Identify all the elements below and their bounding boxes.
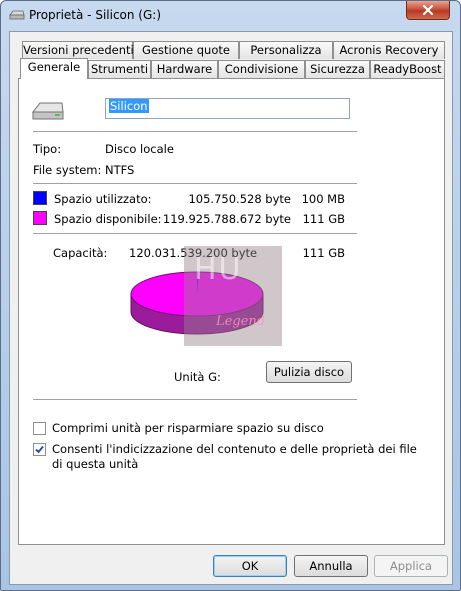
free-space-swatch bbox=[33, 211, 47, 225]
hard-drive-icon bbox=[31, 102, 64, 120]
type-label: Tipo: bbox=[33, 142, 62, 156]
drive-icon bbox=[9, 10, 25, 20]
tab-gestione-quote[interactable]: Gestione quote bbox=[133, 41, 239, 59]
index-checkbox[interactable] bbox=[33, 443, 46, 456]
free-space-size: 111 GB bbox=[302, 212, 345, 226]
separator bbox=[33, 131, 357, 132]
separator bbox=[33, 233, 357, 234]
tab-versioni-precedenti[interactable]: Versioni precedenti bbox=[22, 41, 134, 59]
filesystem-label: File system: bbox=[33, 163, 102, 177]
used-space-label: Spazio utilizzato: bbox=[54, 192, 152, 206]
drive-letter-label: Unità G: bbox=[174, 370, 221, 384]
ok-button[interactable]: OK bbox=[213, 555, 287, 577]
drive-name-input[interactable]: Silicon bbox=[105, 98, 350, 119]
tab-sicurezza[interactable]: Sicurezza bbox=[305, 60, 370, 78]
window-title: Proprietà - Silicon (G:) bbox=[29, 8, 162, 22]
dialog-client: Versioni precedenti Gestione quote Perso… bbox=[9, 31, 453, 585]
compress-checkbox[interactable] bbox=[33, 422, 46, 435]
apply-button[interactable]: Applica bbox=[374, 555, 448, 577]
disk-usage-pie bbox=[130, 271, 264, 335]
close-icon bbox=[422, 5, 434, 15]
tab-generale[interactable]: Generale bbox=[20, 58, 88, 79]
capacity-label: Capacità: bbox=[53, 246, 108, 260]
index-label-line1: Consenti l'indicizzazione del contenuto … bbox=[52, 442, 417, 456]
filesystem-value: NTFS bbox=[105, 163, 135, 177]
used-space-size: 100 MB bbox=[301, 192, 345, 206]
tab-hardware[interactable]: Hardware bbox=[151, 60, 218, 78]
title-bar[interactable]: Proprietà - Silicon (G:) bbox=[1, 1, 460, 31]
used-space-bytes: 105.750.528 byte bbox=[188, 192, 291, 206]
checkmark-icon bbox=[35, 445, 44, 454]
free-space-bytes: 119.925.788.672 byte bbox=[162, 212, 291, 226]
drive-name-selection: Silicon bbox=[109, 99, 149, 113]
capacity-bytes: 120.031.539.200 byte bbox=[129, 246, 258, 260]
separator bbox=[33, 399, 357, 400]
used-space-swatch bbox=[33, 191, 47, 205]
cancel-button[interactable]: Annulla bbox=[294, 555, 368, 577]
type-value: Disco locale bbox=[105, 142, 174, 156]
tab-readyboost[interactable]: ReadyBoost bbox=[370, 60, 445, 78]
separator bbox=[33, 183, 357, 184]
general-panel: Silicon Tipo: Disco locale File system: … bbox=[18, 78, 445, 545]
tab-condivisione[interactable]: Condivisione bbox=[218, 60, 305, 78]
disk-cleanup-button[interactable]: Pulizia disco bbox=[266, 361, 352, 383]
tab-strumenti[interactable]: Strumenti bbox=[88, 60, 151, 78]
capacity-size: 111 GB bbox=[302, 246, 345, 260]
tab-personalizza[interactable]: Personalizza bbox=[239, 41, 333, 59]
tab-acronis-recovery[interactable]: Acronis Recovery bbox=[333, 41, 445, 59]
close-button[interactable] bbox=[406, 1, 450, 20]
properties-window: Proprietà - Silicon (G:) Versioni preced… bbox=[0, 0, 461, 591]
compress-label: Comprimi unità per risparmiare spazio su… bbox=[52, 421, 324, 435]
index-label-line2: di questa unità bbox=[52, 457, 139, 471]
